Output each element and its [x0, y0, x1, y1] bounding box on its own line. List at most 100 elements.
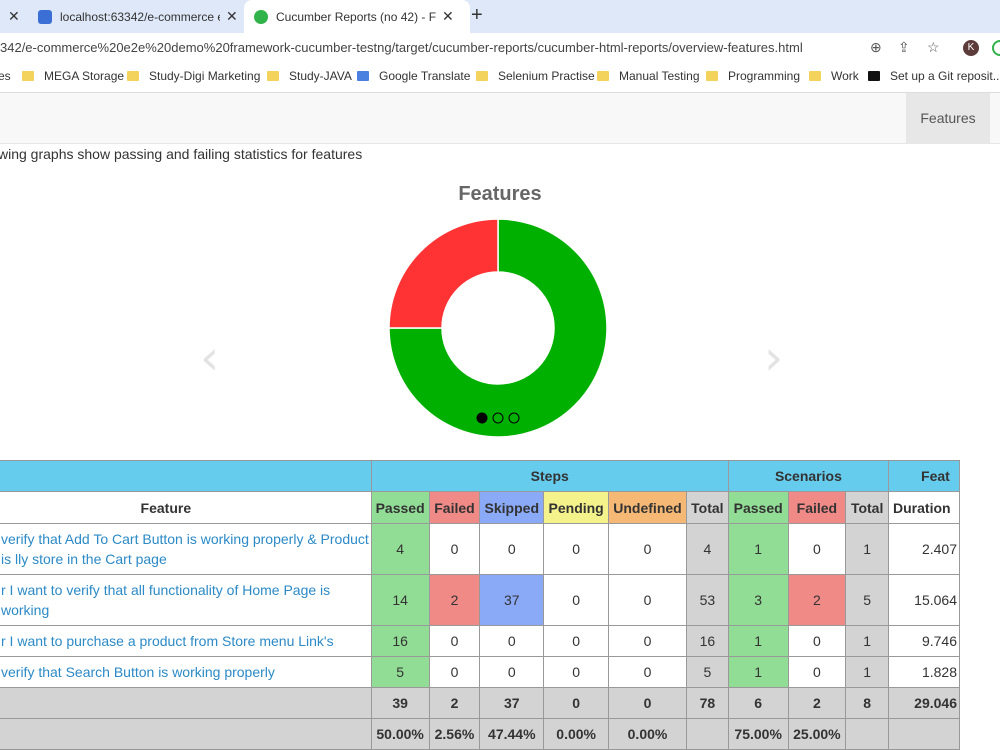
- percent-cell: 2.56%: [428, 718, 481, 750]
- percent-cell: [685, 718, 729, 750]
- feature-link[interactable]: r I want to verify that all functionalit…: [0, 574, 372, 626]
- table-cell: [0, 718, 372, 750]
- table-cell: 0: [608, 625, 687, 657]
- column-header[interactable]: Total: [845, 491, 890, 524]
- bookmark-item[interactable]: Manual Testing: [597, 69, 700, 83]
- avatar[interactable]: K: [963, 40, 979, 56]
- table-cell: 0: [543, 523, 610, 575]
- table-cell: 0: [543, 656, 610, 688]
- close-icon[interactable]: ✕: [442, 8, 454, 25]
- tab-cucumber-reports[interactable]: Cucumber Reports (no 42) - Feat ✕: [244, 0, 470, 33]
- percent-cell: 47.44%: [479, 718, 545, 750]
- bookmark-item[interactable]: Work: [809, 69, 859, 83]
- google-translate-icon: [357, 71, 369, 81]
- table-cell: 2: [428, 574, 481, 626]
- table-cell: 53: [685, 574, 729, 626]
- table-cell: 1: [845, 656, 890, 688]
- tab-localhost[interactable]: localhost:63342/e-commerce e2e ✕: [30, 0, 248, 33]
- bookmark-item[interactable]: Set up a Git reposit...: [868, 69, 1000, 83]
- column-header[interactable]: Failed: [787, 491, 847, 524]
- bookmark-item[interactable]: Study-Digi Marketing: [127, 69, 260, 83]
- column-header[interactable]: Failed: [428, 491, 481, 524]
- table-cell: 0: [479, 625, 545, 657]
- column-header[interactable]: Skipped: [479, 491, 545, 524]
- bookmark-star-icon[interactable]: ☆: [927, 39, 940, 56]
- total-cell: 6: [727, 687, 789, 719]
- bookmark-item[interactable]: Programming: [706, 69, 800, 83]
- percent-cell: [845, 718, 890, 750]
- table-cell: 9.746: [888, 625, 960, 657]
- table-cell: 5: [685, 656, 729, 688]
- carousel-indicator-dot[interactable]: [476, 412, 488, 424]
- total-cell: 0: [543, 687, 610, 719]
- totals-row: 39 2 37 0 0 78 6 2 8 29.046: [0, 687, 960, 719]
- table-cell: 2: [787, 574, 847, 626]
- close-icon[interactable]: ✕: [8, 8, 20, 25]
- feature-link[interactable]: verify that Search Button is working pro…: [0, 656, 372, 688]
- bookmark-item[interactable]: Google Translate: [357, 69, 470, 83]
- table-cell: 0: [608, 523, 687, 575]
- column-header[interactable]: Undefined: [608, 491, 687, 524]
- table-cell: 0: [543, 574, 610, 626]
- table-cell: [0, 687, 372, 719]
- table-cell: 3: [727, 574, 789, 626]
- percent-cell: 75.00%: [727, 718, 789, 750]
- percent-cell: 0.00%: [543, 718, 610, 750]
- zoom-icon[interactable]: ⊕: [870, 39, 882, 56]
- column-header[interactable]: Passed: [370, 491, 430, 524]
- address-bar: 342/e-commerce%20e2e%20demo%20framework-…: [0, 33, 1000, 62]
- table-row: verify that Add To Cart Button is workin…: [0, 523, 960, 575]
- page-icon: [38, 9, 52, 24]
- column-header[interactable]: Pending: [543, 491, 610, 524]
- bookmark-item[interactable]: Selenium Practise: [476, 69, 595, 83]
- percent-cell: 25.00%: [787, 718, 847, 750]
- share-icon[interactable]: ⇪: [898, 39, 910, 56]
- extension-icon[interactable]: [992, 40, 1000, 56]
- carousel-next-icon[interactable]: ›: [764, 330, 783, 386]
- percent-cell: [888, 718, 960, 750]
- table-cell: 0: [608, 656, 687, 688]
- donut-slice-failed[interactable]: [388, 218, 499, 329]
- total-cell: 2: [428, 687, 481, 719]
- jetbrains-icon: [868, 71, 880, 81]
- table-cell: 0: [479, 656, 545, 688]
- folder-icon: [22, 71, 34, 81]
- cucumber-icon: [254, 9, 268, 24]
- nav-features-tab[interactable]: Features: [906, 93, 990, 143]
- column-header[interactable]: Passed: [727, 491, 789, 524]
- table-header-cell: [0, 460, 372, 492]
- percent-cell: 50.00%: [370, 718, 430, 750]
- table-cell: 1: [845, 625, 890, 657]
- table-cell: 14: [370, 574, 430, 626]
- bookmark-item[interactable]: es: [0, 69, 11, 83]
- table-cell: 0: [787, 625, 847, 657]
- total-cell: 8: [845, 687, 890, 719]
- table-cell: 5: [845, 574, 890, 626]
- browser-tab-bar: ✕ localhost:63342/e-commerce e2e ✕ Cucum…: [0, 0, 1000, 33]
- new-tab-button[interactable]: +: [471, 4, 483, 27]
- table-row: verify that Search Button is working pro…: [0, 656, 960, 688]
- group-header-scenarios: Scenarios: [727, 460, 890, 492]
- carousel-prev-icon[interactable]: ‹: [200, 330, 219, 386]
- table-cell: 16: [685, 625, 729, 657]
- url-field[interactable]: 342/e-commerce%20e2e%20demo%20framework-…: [0, 35, 860, 60]
- table-cell: 37: [479, 574, 545, 626]
- feature-link[interactable]: verify that Add To Cart Button is workin…: [0, 523, 372, 575]
- feature-link[interactable]: r I want to purchase a product from Stor…: [0, 625, 372, 657]
- table-cell: 4: [370, 523, 430, 575]
- total-cell: 0: [608, 687, 687, 719]
- bookmark-item[interactable]: Study-JAVA: [267, 69, 352, 83]
- table-cell: 5: [370, 656, 430, 688]
- table-cell: 1: [727, 625, 789, 657]
- intro-text: wing graphs show passing and failing sta…: [0, 146, 363, 162]
- bookmark-item[interactable]: MEGA Storage: [22, 69, 124, 83]
- column-header-feature[interactable]: Feature: [0, 491, 372, 524]
- column-header[interactable]: Duration: [888, 491, 960, 524]
- table-row: r I want to verify that all functionalit…: [0, 574, 960, 626]
- close-icon[interactable]: ✕: [226, 8, 238, 25]
- group-header-features: Feat: [888, 460, 960, 492]
- column-header[interactable]: Total: [685, 491, 729, 524]
- table-cell: 15.064: [888, 574, 960, 626]
- table-cell: 0: [428, 523, 481, 575]
- folder-icon: [809, 71, 821, 81]
